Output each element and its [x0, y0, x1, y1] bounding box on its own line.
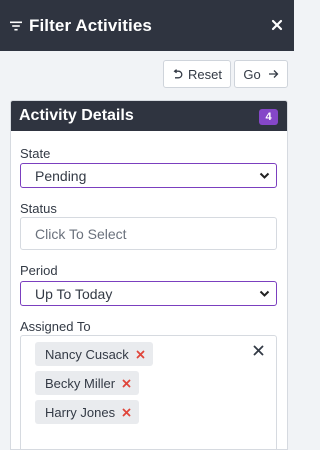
panel-title: Activity Details — [19, 107, 134, 124]
status-placeholder: Click To Select — [35, 225, 127, 242]
assignee-name: Becky Miller — [45, 375, 116, 391]
arrow-right-icon — [268, 70, 279, 78]
assigned-label: Assigned To — [20, 319, 91, 334]
dialog-title: Filter Activities — [29, 15, 152, 35]
reset-button[interactable]: Reset — [163, 60, 231, 88]
period-value: Up To Today — [35, 285, 113, 302]
toolbar: Reset Go — [0, 51, 294, 96]
chevron-down-icon — [259, 172, 270, 179]
reset-label: Reset — [188, 66, 222, 82]
panel-header: Activity Details 4 — [11, 101, 287, 131]
remove-icon[interactable] — [136, 350, 145, 359]
chevron-down-icon — [259, 290, 270, 297]
assignee-name: Nancy Cusack — [45, 346, 129, 362]
status-label: Status — [20, 201, 57, 216]
assignee-tag: Becky Miller — [35, 371, 140, 395]
assignee-name: Harry Jones — [45, 404, 116, 420]
remove-icon[interactable] — [122, 408, 131, 417]
count-badge: 4 — [259, 109, 278, 125]
go-label: Go — [243, 66, 261, 82]
filter-icon — [10, 21, 22, 30]
remove-icon[interactable] — [122, 379, 131, 388]
activity-details-panel: Activity Details 4 State Pending Status … — [10, 100, 288, 450]
go-button[interactable]: Go — [234, 60, 288, 88]
state-select[interactable]: Pending — [20, 163, 277, 188]
assignee-tag: Harry Jones — [35, 400, 140, 424]
assignee-tag: Nancy Cusack — [35, 342, 153, 366]
assigned-multiselect[interactable]: Nancy Cusack Becky Miller Harry Jones — [20, 335, 277, 449]
status-select[interactable]: Click To Select — [20, 217, 277, 250]
clear-all-icon[interactable] — [253, 345, 264, 356]
dialog-header: Filter Activities — [0, 0, 294, 51]
period-label: Period — [20, 263, 58, 278]
undo-icon — [173, 68, 183, 78]
close-icon[interactable] — [269, 17, 285, 33]
state-value: Pending — [35, 167, 87, 184]
state-label: State — [20, 146, 51, 161]
period-select[interactable]: Up To Today — [20, 281, 277, 306]
